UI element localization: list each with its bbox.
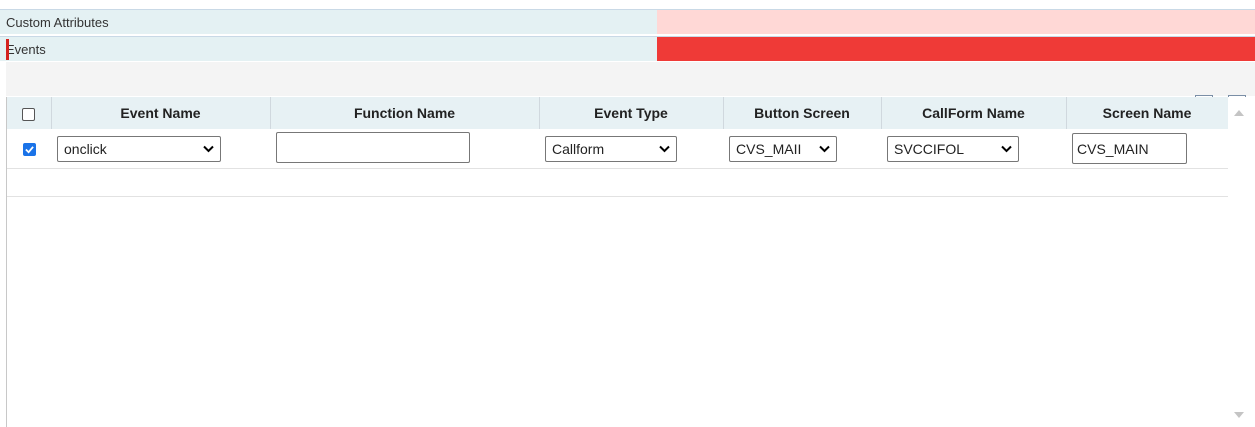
- chevron-down-icon: [203, 145, 214, 152]
- column-header-callform-name[interactable]: CallForm Name: [881, 97, 1067, 129]
- events-indicator: [657, 37, 1255, 61]
- screen-name-input[interactable]: CVS_MAIN: [1072, 133, 1187, 164]
- select-all-checkbox[interactable]: [22, 107, 36, 121]
- empty-cell: [7, 168, 1228, 197]
- column-header-screen-name[interactable]: Screen Name: [1066, 97, 1229, 129]
- event-name-value: onclick: [64, 140, 107, 157]
- button-screen-select[interactable]: CVS_MAII: [729, 135, 837, 162]
- function-name-cell: [270, 129, 539, 169]
- row-select-cell: [7, 129, 51, 169]
- column-header-function-name[interactable]: Function Name: [270, 97, 540, 129]
- chevron-down-icon: [659, 145, 670, 152]
- column-header-button-screen[interactable]: Button Screen: [723, 97, 882, 129]
- event-type-select[interactable]: Callform: [545, 135, 677, 162]
- event-name-cell: onclick: [51, 129, 270, 169]
- events-label: Events: [0, 37, 657, 61]
- checkmark-icon: [24, 146, 34, 154]
- callform-name-cell: SVCCIFOL: [881, 129, 1066, 169]
- callform-name-value: SVCCIFOL: [894, 140, 965, 157]
- row-checkbox[interactable]: [22, 143, 36, 157]
- custom-attributes-indicator: [657, 10, 1255, 34]
- button-screen-cell: CVS_MAII: [723, 129, 881, 169]
- chevron-down-icon: [1001, 145, 1012, 152]
- table-row: onclick Callform CVS_MAII SVCCIFOL CVS_M…: [7, 129, 1228, 169]
- events-active-marker: [6, 39, 9, 60]
- callform-name-select[interactable]: SVCCIFOL: [887, 135, 1019, 162]
- column-header-event-type[interactable]: Event Type: [539, 97, 724, 129]
- grid-header-row: Event Name Function Name Event Type Butt…: [7, 97, 1229, 129]
- scroll-up-icon[interactable]: [1234, 110, 1244, 116]
- chevron-down-icon: [819, 145, 830, 152]
- events-section[interactable]: Events: [0, 36, 1255, 61]
- function-name-input[interactable]: [276, 131, 470, 163]
- custom-attributes-label: Custom Attributes: [0, 10, 657, 34]
- button-screen-value: CVS_MAII: [736, 140, 802, 157]
- screen-name-cell: CVS_MAIN: [1066, 129, 1228, 169]
- scroll-down-icon[interactable]: [1234, 412, 1244, 418]
- select-all-cell: [7, 97, 52, 129]
- event-type-value: Callform: [552, 140, 605, 157]
- empty-row: [7, 168, 1228, 197]
- column-header-event-name[interactable]: Event Name: [51, 97, 271, 129]
- custom-attributes-section[interactable]: Custom Attributes: [0, 9, 1255, 34]
- vertical-scrollbar[interactable]: [1228, 97, 1249, 427]
- event-type-cell: Callform: [539, 129, 723, 169]
- toolbar-area: [6, 62, 1255, 96]
- event-name-select[interactable]: onclick: [57, 135, 221, 162]
- events-grid: Event Name Function Name Event Type Butt…: [6, 97, 1255, 427]
